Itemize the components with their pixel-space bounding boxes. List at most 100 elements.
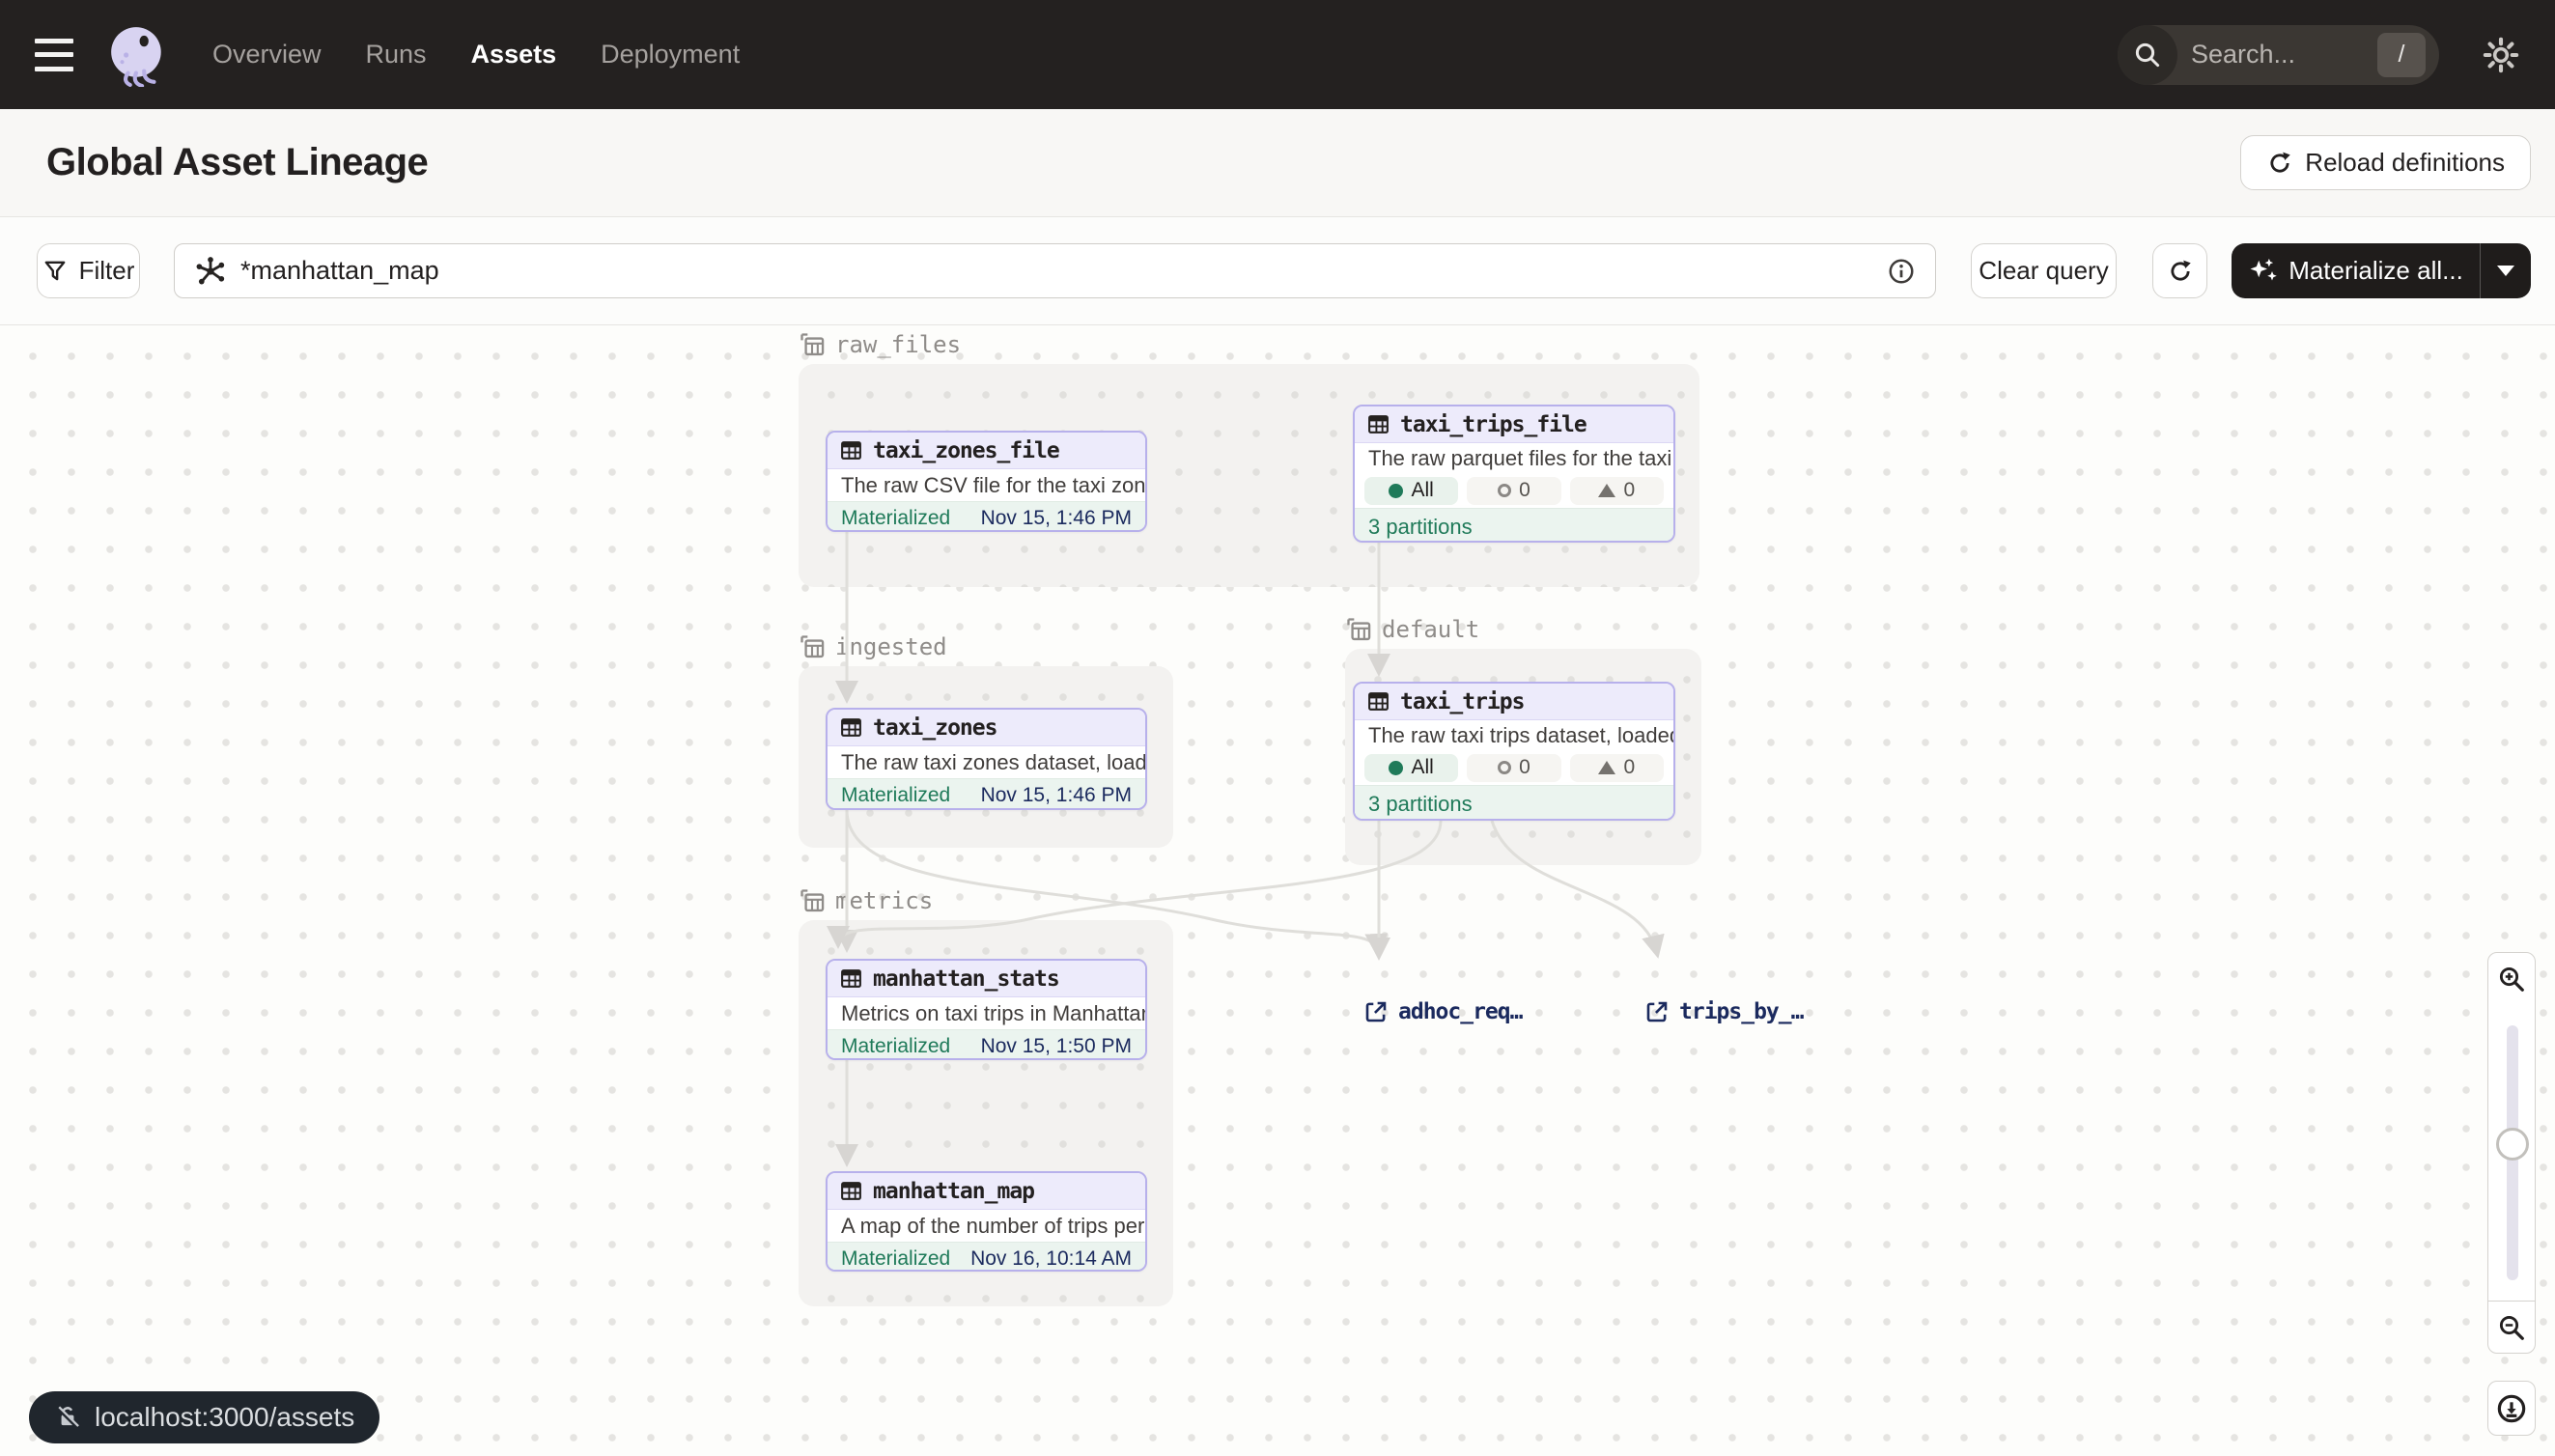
partition-badge-label: 0 bbox=[1519, 479, 1530, 502]
chevron-down-icon bbox=[2497, 266, 2514, 276]
zoom-slider-track[interactable] bbox=[2507, 1025, 2518, 1280]
failed-triangle-icon bbox=[1598, 761, 1615, 774]
partitions-count: 3 partitions bbox=[1355, 508, 1673, 543]
group-layers-icon bbox=[1345, 616, 1372, 643]
filter-funnel-icon bbox=[42, 259, 68, 284]
materialization-timestamp: Nov 16, 10:14 AM bbox=[970, 1247, 1132, 1271]
status-badge: Materialized bbox=[841, 507, 950, 530]
asset-node-taxi-trips[interactable]: taxi_trips The raw taxi trips dataset, l… bbox=[1353, 682, 1675, 821]
partition-badge-label: 0 bbox=[1519, 756, 1530, 779]
status-badge: Materialized bbox=[841, 1035, 950, 1058]
download-image-button[interactable] bbox=[2487, 1381, 2536, 1436]
top-nav-bar: Overview Runs Assets Deployment Search..… bbox=[0, 0, 2555, 109]
asset-node-taxi-zones-file[interactable]: taxi_zones_file The raw CSV file for the… bbox=[826, 431, 1147, 532]
reload-definitions-label: Reload definitions bbox=[2305, 148, 2505, 178]
dagster-logo-icon[interactable] bbox=[106, 23, 170, 87]
external-asset-trips-by[interactable]: trips_by_… bbox=[1644, 999, 1803, 1024]
materialized-dot-icon bbox=[1389, 761, 1403, 775]
external-asset-adhoc-request[interactable]: adhoc_req… bbox=[1363, 999, 1522, 1024]
group-layers-icon bbox=[799, 633, 826, 660]
asset-description: The raw taxi trips dataset, loaded into … bbox=[1355, 720, 1673, 750]
materialize-dropdown-toggle[interactable] bbox=[2481, 243, 2531, 298]
reload-definitions-button[interactable]: Reload definitions bbox=[2240, 135, 2531, 190]
hamburger-menu-icon[interactable] bbox=[35, 39, 73, 71]
nav-item-overview[interactable]: Overview bbox=[212, 40, 322, 70]
zoom-slider[interactable] bbox=[2487, 1004, 2536, 1302]
asset-node-manhattan-map[interactable]: manhattan_map A map of the number of tri… bbox=[826, 1171, 1147, 1272]
asset-name: manhattan_map bbox=[873, 1179, 1034, 1204]
download-icon bbox=[2496, 1393, 2527, 1424]
group-layers-icon bbox=[799, 887, 826, 914]
status-url-text: localhost:3000/assets bbox=[95, 1402, 354, 1433]
asset-selection-input[interactable]: *manhattan_map bbox=[174, 243, 1936, 298]
partition-badge-all[interactable]: All bbox=[1364, 477, 1458, 505]
asset-description: The raw taxi zones dataset, loaded int..… bbox=[828, 746, 1145, 778]
zoom-out-icon bbox=[2497, 1313, 2526, 1342]
asset-description: Metrics on taxi trips in Manhattan bbox=[828, 997, 1145, 1029]
nav-item-runs[interactable]: Runs bbox=[366, 40, 427, 70]
insecure-lock-icon bbox=[54, 1404, 81, 1431]
zoom-slider-handle[interactable] bbox=[2496, 1128, 2529, 1161]
materialization-timestamp: Nov 15, 1:46 PM bbox=[981, 507, 1132, 530]
partition-badge-label: 0 bbox=[1623, 756, 1635, 779]
asset-node-manhattan-stats[interactable]: manhattan_stats Metrics on taxi trips in… bbox=[826, 959, 1147, 1060]
search-placeholder: Search... bbox=[2191, 40, 2377, 70]
zoom-in-button[interactable] bbox=[2487, 952, 2536, 1005]
partition-badge-all[interactable]: All bbox=[1364, 754, 1458, 782]
group-layers-icon bbox=[799, 331, 826, 358]
zoom-out-button[interactable] bbox=[2487, 1301, 2536, 1354]
asset-name: taxi_trips bbox=[1400, 689, 1524, 714]
partition-badge-failed[interactable]: 0 bbox=[1570, 754, 1664, 782]
table-icon bbox=[839, 966, 863, 991]
refresh-graph-button[interactable] bbox=[2152, 243, 2207, 298]
filter-button-label: Filter bbox=[79, 256, 135, 286]
nav-item-deployment[interactable]: Deployment bbox=[601, 40, 740, 70]
materialized-dot-icon bbox=[1389, 484, 1403, 498]
partition-badge-missing[interactable]: 0 bbox=[1467, 754, 1560, 782]
asset-node-taxi-zones[interactable]: taxi_zones The raw taxi zones dataset, l… bbox=[826, 708, 1147, 810]
external-asset-name: adhoc_req… bbox=[1398, 999, 1522, 1024]
group-label-metrics[interactable]: metrics bbox=[799, 887, 933, 914]
reload-icon bbox=[2266, 150, 2293, 177]
group-label-ingested[interactable]: ingested bbox=[799, 633, 947, 660]
partition-badge-label: 0 bbox=[1623, 479, 1635, 502]
failed-triangle-icon bbox=[1598, 484, 1615, 497]
table-icon bbox=[1366, 689, 1390, 714]
search-icon bbox=[2118, 25, 2177, 85]
missing-ring-icon bbox=[1498, 761, 1511, 774]
materialization-timestamp: Nov 15, 1:46 PM bbox=[981, 784, 1132, 807]
lineage-toolbar: Filter *manhattan_map Clear query bbox=[0, 217, 2555, 325]
external-asset-name: trips_by_… bbox=[1679, 999, 1803, 1024]
gear-icon[interactable] bbox=[2482, 36, 2520, 74]
clear-query-button[interactable]: Clear query bbox=[1971, 243, 2117, 298]
group-label-default[interactable]: default bbox=[1345, 616, 1479, 643]
asset-name: taxi_zones_file bbox=[873, 438, 1059, 463]
search-input[interactable]: Search... / bbox=[2118, 25, 2439, 85]
partition-badge-missing[interactable]: 0 bbox=[1467, 477, 1560, 505]
lineage-canvas[interactable]: raw_files ingested default metrics bbox=[0, 325, 2555, 1456]
search-shortcut-badge: / bbox=[2377, 33, 2426, 77]
nav-item-assets[interactable]: Assets bbox=[471, 40, 557, 70]
clear-query-label: Clear query bbox=[1979, 256, 2108, 286]
partition-badge-failed[interactable]: 0 bbox=[1570, 477, 1664, 505]
materialize-all-button[interactable]: Materialize all... bbox=[2232, 243, 2531, 298]
table-icon bbox=[839, 438, 863, 462]
group-name: ingested bbox=[835, 633, 947, 660]
asset-name: taxi_trips_file bbox=[1400, 412, 1586, 437]
table-icon bbox=[839, 1179, 863, 1203]
filter-button[interactable]: Filter bbox=[37, 243, 140, 298]
asset-name: manhattan_stats bbox=[873, 966, 1059, 992]
group-name: raw_files bbox=[835, 331, 961, 358]
asset-name: taxi_zones bbox=[873, 715, 997, 741]
page-header: Global Asset Lineage Reload definitions bbox=[0, 109, 2555, 217]
external-link-icon bbox=[1363, 999, 1389, 1024]
group-name: default bbox=[1382, 616, 1479, 643]
materialize-all-main[interactable]: Materialize all... bbox=[2232, 243, 2481, 298]
materialization-timestamp: Nov 15, 1:50 PM bbox=[981, 1035, 1132, 1058]
group-label-raw-files[interactable]: raw_files bbox=[799, 331, 961, 358]
page-title: Global Asset Lineage bbox=[46, 141, 428, 184]
info-icon[interactable] bbox=[1887, 257, 1916, 286]
asset-node-taxi-trips-file[interactable]: taxi_trips_file The raw parquet files fo… bbox=[1353, 405, 1675, 543]
partition-badge-label: All bbox=[1411, 479, 1433, 502]
status-badge: Materialized bbox=[841, 784, 950, 807]
